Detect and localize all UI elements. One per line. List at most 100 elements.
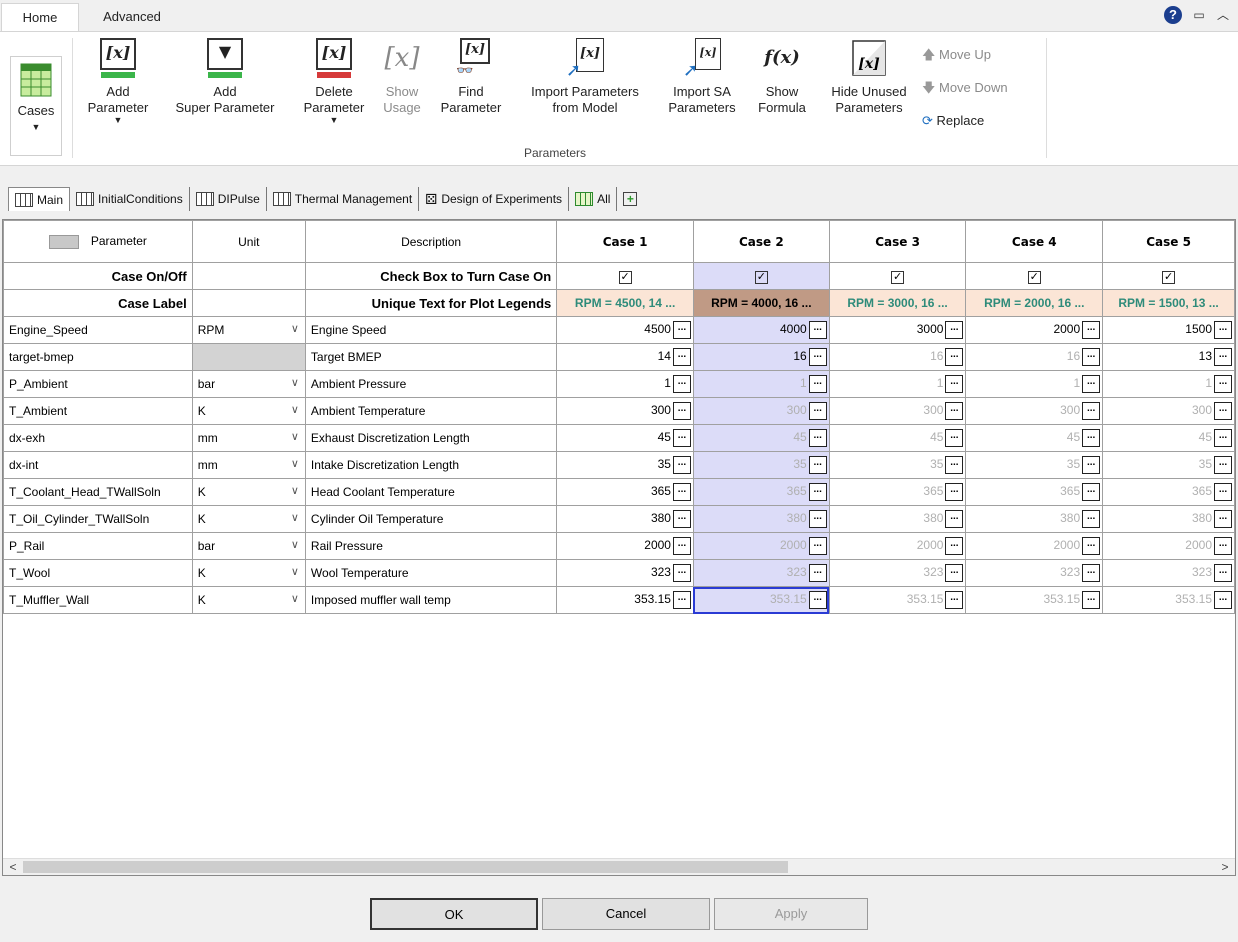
ellipsis-button[interactable]: ... (808, 591, 827, 609)
ellipsis-button[interactable]: ... (1082, 402, 1101, 420)
ellipsis-button[interactable]: ... (1214, 537, 1232, 555)
case-value-cell[interactable]: 353.15... (692, 586, 830, 614)
case-value-cell[interactable]: 300... (828, 397, 967, 425)
parameter-name[interactable]: T_Muffler_Wall (3, 586, 193, 614)
restore-icon[interactable]: ▭ (1192, 8, 1206, 22)
case-value-cell[interactable]: 380... (556, 505, 694, 533)
unit-select[interactable]: bar ∨ (191, 370, 306, 398)
unit-select[interactable]: K ∨ (191, 586, 306, 614)
sheet-tab-initialconditions[interactable]: InitialConditions (70, 187, 190, 211)
case-checkbox[interactable]: ✓ (1162, 270, 1176, 284)
unit-header[interactable]: Unit (191, 220, 306, 263)
case-value-cell[interactable]: 323... (692, 559, 830, 587)
ellipsis-button[interactable]: ... (672, 591, 691, 609)
ellipsis-button[interactable]: ... (945, 402, 964, 420)
collapse-ribbon-icon[interactable]: ︿ (1216, 8, 1230, 22)
case-value-cell[interactable]: 353.15... (1102, 586, 1235, 614)
ellipsis-button[interactable]: ... (1082, 591, 1101, 609)
ellipsis-button[interactable]: ... (808, 402, 827, 420)
ellipsis-button[interactable]: ... (945, 375, 964, 393)
ellipsis-button[interactable]: ... (1214, 348, 1232, 366)
case-value-cell[interactable]: 365... (965, 478, 1104, 506)
ellipsis-button[interactable]: ... (1214, 591, 1232, 609)
find-parameter-button[interactable]: [x] 👓 Find Parameter (434, 38, 508, 116)
case-checkbox[interactable]: ✓ (1027, 270, 1041, 284)
case-value-cell[interactable]: 2000... (965, 532, 1104, 560)
move-down-button[interactable]: 🡇 Move Down (922, 71, 1008, 104)
ellipsis-button[interactable]: ... (1214, 456, 1232, 474)
case-value-cell[interactable]: 1... (828, 370, 967, 398)
ellipsis-button[interactable]: ... (672, 510, 691, 528)
case-value-cell[interactable]: 353.15... (965, 586, 1104, 614)
import-sa-parameters-button[interactable]: [x] ➚ Import SA Parameters (660, 38, 744, 116)
parameter-name[interactable]: dx-exh (3, 424, 193, 452)
ellipsis-button[interactable]: ... (945, 537, 964, 555)
ellipsis-button[interactable]: ... (945, 564, 964, 582)
case-value-cell[interactable]: 365... (692, 478, 830, 506)
tab-advanced[interactable]: Advanced (88, 3, 176, 32)
case-value-cell[interactable]: 1... (692, 370, 830, 398)
ellipsis-button[interactable]: ... (1082, 375, 1101, 393)
ellipsis-button[interactable]: ... (1082, 456, 1101, 474)
sheet-tab-all[interactable]: All (569, 187, 618, 211)
ellipsis-button[interactable]: ... (945, 591, 964, 609)
ellipsis-button[interactable]: ... (945, 456, 964, 474)
parameter-name[interactable]: T_Ambient (3, 397, 193, 425)
case-header[interactable]: Case 4 (965, 220, 1104, 263)
case-value-cell[interactable]: 380... (692, 505, 830, 533)
case-label-cell[interactable]: RPM = 3000, 16 ... (828, 289, 967, 317)
case-label-cell[interactable]: RPM = 4500, 14 ... (556, 289, 694, 317)
ellipsis-button[interactable]: ... (672, 429, 691, 447)
ellipsis-button[interactable]: ... (808, 375, 827, 393)
unit-select[interactable]: K ∨ (191, 505, 306, 533)
ellipsis-button[interactable]: ... (808, 564, 827, 582)
case-value-cell[interactable]: 300... (1102, 397, 1235, 425)
sheet-tab-dipulse[interactable]: DIPulse (190, 187, 267, 211)
case-checkbox[interactable]: ✓ (618, 270, 632, 284)
case-value-cell[interactable]: 2000... (1102, 532, 1235, 560)
scroll-thumb[interactable] (23, 861, 788, 873)
case-value-cell[interactable]: 45... (965, 424, 1104, 452)
case-value-cell[interactable]: 35... (556, 451, 694, 479)
ellipsis-button[interactable]: ... (945, 483, 964, 501)
case-value-cell[interactable]: 365... (1102, 478, 1235, 506)
apply-button[interactable]: Apply (714, 898, 868, 930)
case-value-cell[interactable]: 2000... (692, 532, 830, 560)
case-value-cell[interactable]: 14... (556, 343, 694, 371)
ellipsis-button[interactable]: ... (808, 483, 827, 501)
case-value-cell[interactable]: 365... (828, 478, 967, 506)
case-value-cell[interactable]: 35... (1102, 451, 1235, 479)
case-value-cell[interactable]: 1500... (1102, 316, 1235, 344)
case-value-cell[interactable]: 1... (556, 370, 694, 398)
case-value-cell[interactable]: 13... (1102, 343, 1235, 371)
ellipsis-button[interactable]: ... (1082, 483, 1101, 501)
parameter-name[interactable]: target-bmep (3, 343, 193, 371)
ellipsis-button[interactable]: ... (1214, 564, 1232, 582)
parameter-name[interactable]: P_Rail (3, 532, 193, 560)
delete-parameter-button[interactable]: [x] Delete Parameter ▼ (296, 38, 372, 125)
ellipsis-button[interactable]: ... (808, 429, 827, 447)
case-header[interactable]: Case 3 (828, 220, 967, 263)
ellipsis-button[interactable]: ... (672, 321, 691, 339)
ellipsis-button[interactable]: ... (808, 537, 827, 555)
replace-button[interactable]: ⟳ Replace (922, 104, 1008, 137)
ellipsis-button[interactable]: ... (672, 348, 691, 366)
case-value-cell[interactable]: 323... (828, 559, 967, 587)
cancel-button[interactable]: Cancel (542, 898, 710, 930)
case-label-cell[interactable]: RPM = 4000, 16 ... (692, 289, 830, 317)
case-value-cell[interactable]: 2000... (828, 532, 967, 560)
case-value-cell[interactable]: 35... (965, 451, 1104, 479)
case-value-cell[interactable]: 365... (556, 478, 694, 506)
case-value-cell[interactable]: 16... (965, 343, 1104, 371)
hide-unused-parameters-button[interactable]: [x] Hide Unused Parameters (822, 38, 916, 116)
case-value-cell[interactable]: 3000... (828, 316, 967, 344)
case-checkbox[interactable]: ✓ (891, 270, 905, 284)
ellipsis-button[interactable]: ... (672, 564, 691, 582)
ellipsis-button[interactable]: ... (672, 483, 691, 501)
case-value-cell[interactable]: 2000... (965, 316, 1104, 344)
unit-select[interactable]: K ∨ (191, 397, 306, 425)
case-value-cell[interactable]: 380... (1102, 505, 1235, 533)
unit-select[interactable]: RPM ∨ (191, 316, 306, 344)
show-usage-button[interactable]: [x] Show Usage (378, 38, 426, 116)
ellipsis-button[interactable]: ... (1082, 321, 1101, 339)
